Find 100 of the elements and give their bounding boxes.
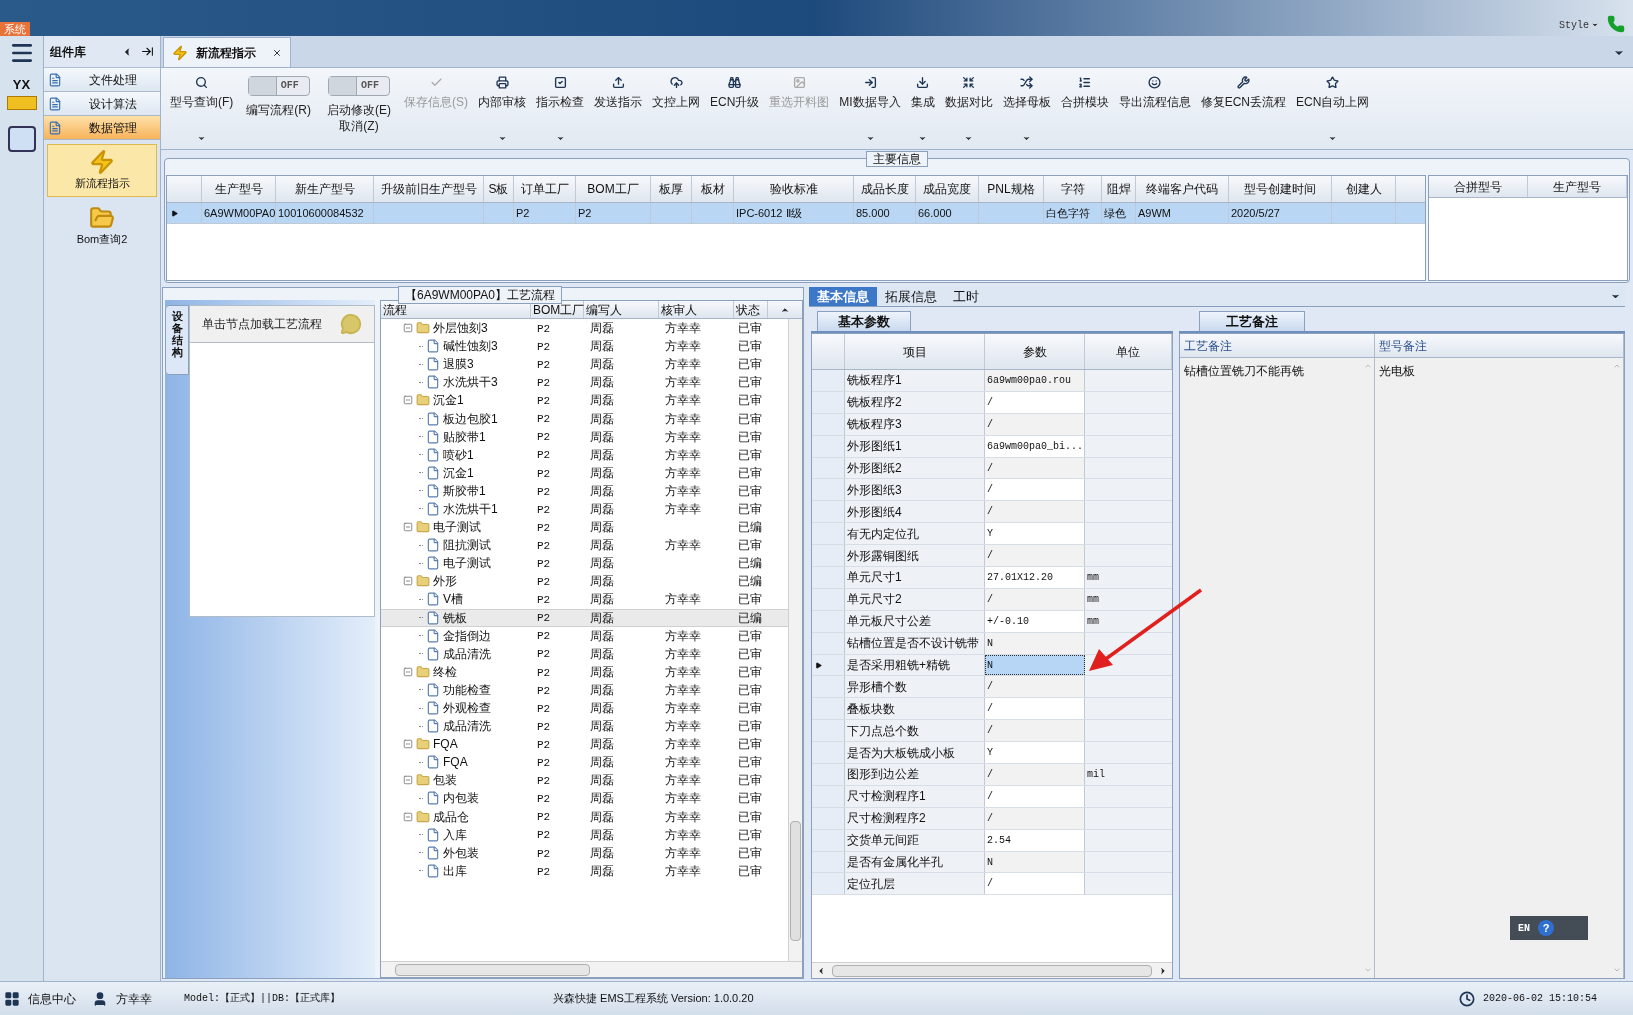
param-value[interactable]: / (985, 391, 1085, 413)
horizontal-scrollbar[interactable] (812, 962, 1172, 978)
column-header[interactable]: 生产型号 (202, 176, 276, 202)
group-item[interactable]: 设计算法 (44, 92, 160, 116)
toggle-switch[interactable]: OFF (328, 76, 390, 96)
toggle-switch[interactable]: OFF (247, 76, 310, 96)
toolbar-button[interactable]: 型号查询(F) (168, 76, 236, 149)
language-widget[interactable]: EN ? (1510, 916, 1588, 940)
param-value[interactable]: / (985, 545, 1085, 566)
tree-row[interactable]: 出库 P2 周磊 方幸幸 已审 (381, 861, 788, 880)
component-item[interactable]: 新流程指示 (47, 144, 157, 197)
toolbar-button[interactable]: 启动修改(E) (327, 102, 391, 118)
param-value[interactable]: N (985, 851, 1085, 873)
tree-row[interactable]: 退膜3 P2 周磊 方幸幸 已审 (381, 355, 788, 374)
column-header[interactable]: 成品宽度 (916, 176, 979, 202)
toolbar-button[interactable]: 编写流程(R) (246, 102, 311, 118)
column-header[interactable]: 验收标准 (734, 176, 854, 202)
tree-row[interactable]: 电子测试 P2 周磊 已编 (381, 518, 788, 537)
tree-row[interactable]: 水洗烘干3 P2 周磊 方幸幸 已审 (381, 373, 788, 392)
column-header[interactable]: 成品长度 (854, 176, 916, 202)
tree-row[interactable]: 外形 P2 周磊 已编 (381, 572, 788, 591)
tree-row[interactable]: V槽 P2 周磊 方幸幸 已审 (381, 590, 788, 609)
column-header[interactable]: 编写人 (584, 301, 659, 318)
param-value[interactable]: / (985, 413, 1085, 435)
side-tab[interactable]: 设备结构 (165, 305, 189, 375)
tree-row[interactable]: 电子测试 P2 周磊 已编 (381, 554, 788, 573)
detail-tab[interactable]: 拓展信息 (877, 287, 945, 306)
tree-row[interactable]: 贴胶带1 P2 周磊 方幸幸 已审 (381, 427, 788, 446)
column-header[interactable]: 项目 (845, 334, 985, 369)
column-header[interactable]: 单位 (1085, 334, 1172, 369)
tree-row[interactable]: 成品清洗 P2 周磊 方幸幸 已审 (381, 644, 788, 663)
param-value[interactable]: Y (985, 742, 1085, 764)
param-value[interactable]: 27.01X12.20 (985, 567, 1085, 588)
param-value[interactable]: / (985, 676, 1085, 698)
param-value[interactable]: / (985, 764, 1085, 785)
column-header[interactable]: S板 (484, 176, 514, 202)
param-value[interactable]: / (985, 457, 1085, 479)
scroll-down-icon[interactable] (1364, 966, 1372, 974)
param-value[interactable]: N (985, 654, 1085, 676)
tree-row[interactable]: FQA P2 周磊 方幸幸 已审 (381, 753, 788, 772)
tree-row[interactable]: 喷砂1 P2 周磊 方幸幸 已审 (381, 445, 788, 464)
param-value[interactable]: / (985, 807, 1085, 829)
collapse-toggle-icon[interactable] (403, 811, 413, 822)
toolbar-button[interactable]: 修复ECN丢流程 (1198, 76, 1289, 149)
collapse-toggle-icon[interactable] (403, 522, 413, 533)
param-value[interactable]: / (985, 588, 1085, 610)
param-value[interactable]: / (985, 479, 1085, 501)
toolbar-button[interactable]: 发送指示 (592, 76, 644, 149)
vertical-scrollbar[interactable] (788, 319, 802, 961)
column-header[interactable]: 生产型号 (1528, 176, 1627, 197)
tree-row[interactable]: 板边包胶1 P2 周磊 方幸幸 已审 (381, 409, 788, 428)
toolbar-button[interactable]: 导出流程信息 (1116, 76, 1193, 149)
param-value[interactable]: 2.54 (985, 829, 1085, 851)
tree-row[interactable]: 外包装 P2 周磊 方幸幸 已审 (381, 843, 788, 862)
column-header[interactable]: 核审人 (659, 301, 734, 318)
column-header[interactable]: 新生产型号 (276, 176, 374, 202)
toolbar-button[interactable]: ECN自动上网 (1294, 76, 1372, 149)
collapse-toggle-icon[interactable] (403, 395, 413, 406)
scroll-down-icon[interactable] (1613, 966, 1621, 974)
tree-row[interactable]: 包装 P2 周磊 方幸幸 已审 (381, 771, 788, 790)
detail-tab[interactable]: 基本信息 (809, 287, 877, 306)
document-tab[interactable]: 新流程指示 (163, 37, 291, 67)
param-value[interactable]: N (985, 632, 1085, 654)
param-value[interactable]: 6a9wm00pa0.rou (985, 370, 1085, 391)
toolbar-button[interactable]: 取消(Z) (339, 118, 379, 134)
remarks-tab[interactable]: 工艺备注 (1199, 311, 1305, 331)
scroll-right-icon[interactable] (1158, 965, 1168, 976)
column-header[interactable]: 状态 (734, 301, 768, 318)
param-value[interactable]: +/-0.10 (985, 610, 1085, 632)
tree-row[interactable]: 外观检查 P2 周磊 方幸幸 已审 (381, 698, 788, 718)
column-header[interactable]: 板厚 (651, 176, 692, 202)
tree-row[interactable]: 水洗烘干1 P2 周磊 方幸幸 已审 (381, 499, 788, 519)
column-header[interactable]: 创建人 (1332, 176, 1396, 202)
toolbar-button[interactable]: ECN升级 (708, 76, 762, 149)
param-value[interactable]: / (985, 720, 1085, 742)
toolbar-button[interactable]: 合拼模块 (1058, 76, 1111, 149)
tree-row[interactable]: 成品仓 P2 周磊 方幸幸 已审 (381, 807, 788, 826)
column-header[interactable]: 型号创建时间 (1229, 176, 1332, 202)
collapse-toggle-icon[interactable] (403, 666, 413, 677)
column-header[interactable]: 字符 (1044, 176, 1102, 202)
tree-row[interactable]: 成品清洗 P2 周磊 方幸幸 已审 (381, 717, 788, 736)
param-value[interactable]: / (985, 501, 1085, 523)
tree-row[interactable]: 铣板 P2 周磊 已编 (381, 608, 788, 627)
tree-row[interactable]: 斯胶带1 P2 周磊 方幸幸 已审 (381, 481, 788, 500)
style-menu[interactable]: Style (1559, 17, 1599, 33)
tree-row[interactable]: 终检 P2 周磊 方幸幸 已审 (381, 662, 788, 681)
info-center-label[interactable]: 信息中心 (28, 989, 76, 1008)
tree-row[interactable]: FQA P2 周磊 方幸幸 已审 (381, 735, 788, 754)
phone-icon[interactable] (1607, 15, 1625, 33)
group-item[interactable]: 数据管理 (44, 116, 160, 140)
tree-row[interactable]: 沉金1 P2 周磊 方幸幸 已审 (381, 391, 788, 410)
column-header[interactable]: BOM工厂 (576, 176, 651, 202)
help-icon[interactable]: ? (1538, 920, 1554, 936)
collapse-toggle-icon[interactable] (403, 739, 413, 750)
tree-row[interactable]: 阻抗测试 P2 周磊 方幸幸 已审 (381, 536, 788, 555)
group-item[interactable]: 文件处理 (44, 68, 160, 92)
column-header[interactable]: 流程 (381, 301, 531, 318)
param-value[interactable]: 6a9wm00pa0_bi... (985, 435, 1085, 457)
close-icon[interactable] (272, 47, 282, 58)
toolbar-button[interactable]: 文控上网 (650, 76, 702, 149)
